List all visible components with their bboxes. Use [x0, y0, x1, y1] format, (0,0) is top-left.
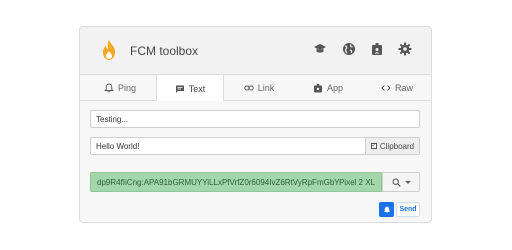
device-token: dp9R4fIiCng:APA91bGRMUYYiLLxPfVrfZ0r6094…: [97, 177, 339, 187]
send-button[interactable]: Send: [396, 202, 420, 217]
device-search-button[interactable]: [382, 172, 420, 192]
app-title: FCM toolbox: [130, 44, 199, 58]
clipboard-checkbox[interactable]: ✓: [370, 143, 377, 149]
graduation-cap-icon[interactable]: [313, 42, 327, 56]
code-icon: [381, 85, 391, 91]
tab-ping[interactable]: Ping: [86, 75, 154, 101]
tab-app-label: App: [326, 83, 343, 93]
gear-icon[interactable]: [398, 42, 412, 56]
message-input[interactable]: [90, 137, 366, 155]
tab-text-label: Text: [188, 83, 206, 94]
send-button-label: Send: [399, 206, 417, 213]
search-icon: [392, 178, 401, 187]
tab-bar: Ping Text Link App Raw: [80, 75, 431, 102]
clipboard-toggle[interactable]: ✓ Clipboard: [366, 137, 420, 155]
device-token-field[interactable]: dp9R4fIiCng:APA91bGRMUYYiLLxPfVrfZ0r6094…: [90, 172, 382, 192]
tab-ping-label: Ping: [117, 83, 136, 93]
flame-logo-icon: [103, 40, 115, 60]
message-icon: [175, 85, 184, 93]
bell-icon: [104, 83, 114, 93]
bell-icon: [383, 206, 390, 213]
clipboard-label: Clipboard: [379, 141, 415, 151]
app-header: FCM toolbox: [80, 27, 431, 75]
device-name: Pixel 2 XL: [338, 177, 375, 187]
globe-icon[interactable]: [342, 42, 356, 56]
tab-link[interactable]: Link: [225, 75, 293, 101]
id-badge-icon[interactable]: [370, 42, 384, 56]
tab-raw[interactable]: Raw: [363, 75, 431, 101]
link-icon: [244, 85, 254, 91]
notification-button[interactable]: [379, 202, 394, 217]
tab-text[interactable]: Text: [156, 75, 224, 102]
tab-app[interactable]: App: [294, 75, 362, 101]
title-input[interactable]: [90, 110, 420, 128]
tab-raw-label: Raw: [394, 83, 413, 93]
chevron-down-icon: [404, 180, 411, 184]
tab-link-label: Link: [257, 83, 275, 93]
app-icon: [313, 83, 322, 93]
